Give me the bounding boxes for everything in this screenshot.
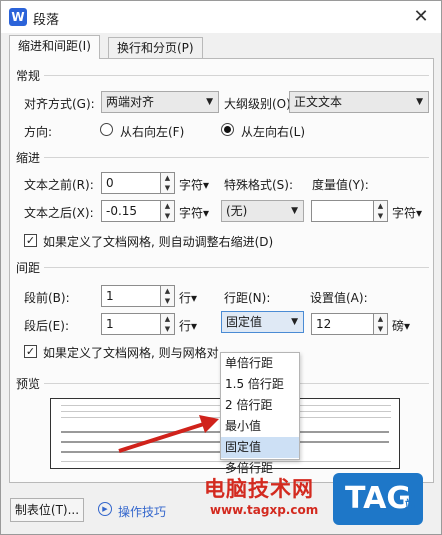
title-bar: W 段落 ✕ bbox=[1, 1, 441, 33]
indent-after-stepper[interactable]: ▲ ▼ bbox=[161, 200, 175, 222]
option-multiple[interactable]: 多倍行距 bbox=[221, 458, 299, 479]
outline-label: 大纲级别(O): bbox=[224, 97, 295, 111]
space-after-input[interactable]: 1 bbox=[101, 313, 161, 335]
section-general: 常规 bbox=[16, 69, 41, 83]
arrow-shaft bbox=[118, 421, 208, 453]
chevron-down-icon: ▼ bbox=[291, 206, 298, 216]
chevron-down-icon: ▼ bbox=[416, 97, 423, 107]
space-before-input[interactable]: 1 bbox=[101, 285, 161, 307]
line-spacing-label: 行距(N): bbox=[224, 291, 271, 305]
measure-unit[interactable]: 字符▾ bbox=[392, 204, 422, 221]
alignment-value: 两端对齐 bbox=[106, 95, 155, 109]
outline-level-select[interactable]: 正文文本 ▼ bbox=[289, 91, 429, 113]
indent-after-label: 文本之后(X): bbox=[24, 206, 94, 220]
rtl-label: 从右向左(F) bbox=[120, 125, 185, 139]
option-minimum[interactable]: 最小值 bbox=[221, 416, 299, 437]
dialog-title: 段落 bbox=[33, 13, 60, 28]
divider bbox=[44, 267, 429, 268]
set-value-stepper[interactable]: ▲ ▼ bbox=[374, 313, 388, 335]
space-before-stepper[interactable]: ▲ ▼ bbox=[161, 285, 175, 307]
play-icon[interactable]: ▶ bbox=[98, 502, 112, 516]
rtl-radio[interactable] bbox=[100, 123, 113, 136]
space-before-label: 段前(B): bbox=[24, 291, 70, 305]
measure-label: 度量值(Y): bbox=[312, 178, 369, 192]
direction-label: 方向: bbox=[24, 125, 53, 139]
tab-indent-spacing[interactable]: 缩进和间距(I) bbox=[9, 35, 100, 59]
set-value-label: 设置值(A): bbox=[310, 291, 368, 305]
line-spacing-dropdown: 单倍行距 1.5 倍行距 2 倍行距 最小值 固定值 多倍行距 bbox=[220, 352, 300, 475]
chevron-down-icon: ▼ bbox=[291, 317, 298, 327]
set-value-unit[interactable]: 磅▾ bbox=[392, 317, 410, 334]
align-label: 对齐方式(G): bbox=[24, 97, 95, 111]
alignment-select[interactable]: 两端对齐 ▼ bbox=[101, 91, 219, 113]
option-single[interactable]: 单倍行距 bbox=[221, 353, 299, 374]
divider bbox=[44, 157, 429, 158]
spacing-grid-label: 如果定义了文档网格, 则与网格对 bbox=[43, 346, 219, 360]
chevron-down-icon: ▼ bbox=[206, 97, 213, 107]
space-after-label: 段后(E): bbox=[24, 319, 69, 333]
indent-before-label: 文本之前(R): bbox=[24, 178, 94, 192]
option-fixed[interactable]: 固定值 bbox=[221, 437, 299, 458]
indent-grid-label: 如果定义了文档网格, 则自动调整右缩进(D) bbox=[43, 235, 274, 249]
measure-input[interactable] bbox=[311, 200, 374, 222]
divider bbox=[44, 75, 429, 76]
outline-level-value: 正文文本 bbox=[294, 95, 343, 109]
tips-link[interactable]: 操作技巧 bbox=[118, 503, 166, 520]
paragraph-dialog: W 段落 ✕ 缩进和间距(I) 换行和分页(P) 常规 对齐方式(G): 两端对… bbox=[0, 0, 442, 535]
ltr-radio[interactable] bbox=[221, 123, 234, 136]
line-spacing-select[interactable]: 固定值 ▼ bbox=[221, 311, 304, 333]
set-value-input[interactable]: 12 bbox=[311, 313, 374, 335]
close-icon[interactable]: ✕ bbox=[411, 7, 431, 27]
arrow-head bbox=[199, 415, 219, 433]
indent-after-unit[interactable]: 字符▾ bbox=[179, 204, 209, 221]
space-after-unit[interactable]: 行▾ bbox=[179, 317, 197, 334]
annotation-arrow bbox=[118, 415, 219, 453]
indent-grid-checkbox[interactable]: ✓ bbox=[24, 234, 37, 247]
option-double[interactable]: 2 倍行距 bbox=[221, 395, 299, 416]
special-format-value: (无) bbox=[226, 204, 248, 218]
indent-before-input[interactable]: 0 bbox=[101, 172, 161, 194]
space-before-unit[interactable]: 行▾ bbox=[179, 289, 197, 306]
watermark-site: 站 bbox=[405, 498, 416, 511]
tab-line-page-breaks[interactable]: 换行和分页(P) bbox=[108, 37, 203, 59]
option-one-half[interactable]: 1.5 倍行距 bbox=[221, 374, 299, 395]
special-format-label: 特殊格式(S): bbox=[224, 178, 294, 192]
section-preview: 预览 bbox=[16, 377, 41, 391]
indent-before-unit[interactable]: 字符▾ bbox=[179, 176, 209, 193]
indent-before-stepper[interactable]: ▲ ▼ bbox=[161, 172, 175, 194]
tab-stops-button[interactable]: 制表位(T)... bbox=[10, 498, 84, 522]
section-indent: 缩进 bbox=[16, 151, 41, 165]
space-after-stepper[interactable]: ▲ ▼ bbox=[161, 313, 175, 335]
wps-app-icon: W bbox=[9, 8, 27, 26]
ltr-label: 从左向右(L) bbox=[241, 125, 306, 139]
spacing-grid-checkbox[interactable]: ✓ bbox=[24, 345, 37, 358]
section-spacing: 间距 bbox=[16, 261, 41, 275]
special-format-select[interactable]: (无) ▼ bbox=[221, 200, 304, 222]
measure-stepper[interactable]: ▲ ▼ bbox=[374, 200, 388, 222]
indent-after-input[interactable]: -0.15 bbox=[101, 200, 161, 222]
line-spacing-value: 固定值 bbox=[226, 315, 263, 329]
watermark-url: www.tagxp.com bbox=[210, 503, 319, 517]
